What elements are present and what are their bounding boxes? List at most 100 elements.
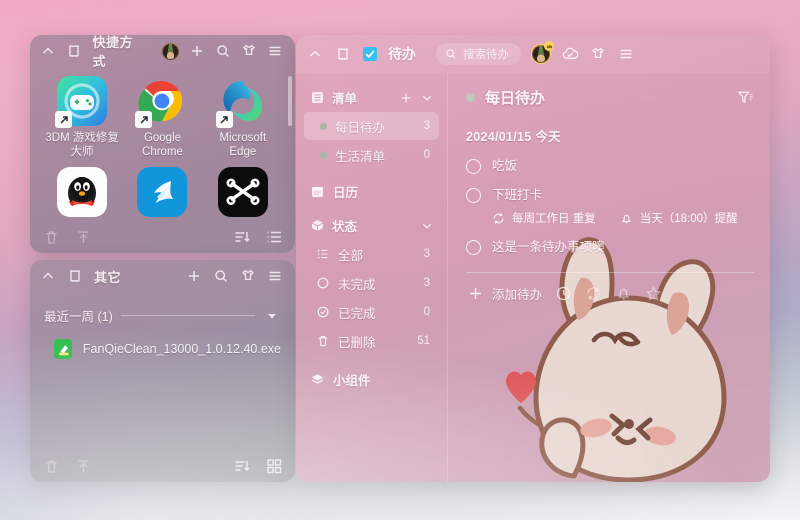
- list-view-icon[interactable]: [265, 228, 283, 246]
- task-checkbox[interactable]: [466, 188, 481, 203]
- search-input[interactable]: 搜索待办: [436, 43, 521, 65]
- list-item[interactable]: FanQieClean_13000_1.0.12.40.exe: [30, 325, 295, 359]
- todo-main: 每日待办 2024/01/15 今天 吃饭 下班打卡 每周工作日 重复 当天（1…: [448, 73, 770, 482]
- sidebar-item-count: 51: [417, 335, 430, 347]
- file-group-label: 最近一周 (1): [44, 310, 113, 324]
- sidebar-item-count: 3: [423, 277, 430, 289]
- app-item[interactable]: [203, 167, 283, 223]
- upload-icon[interactable]: [74, 457, 92, 475]
- app-label: Google Chrome: [142, 132, 183, 158]
- add-todo-row[interactable]: 添加待办: [466, 284, 754, 303]
- clock-icon[interactable]: [554, 285, 572, 303]
- avatar[interactable]: [531, 41, 554, 64]
- trash-icon[interactable]: [42, 228, 60, 246]
- chevron-up-icon[interactable]: [306, 45, 324, 63]
- scrollbar[interactable]: [288, 76, 292, 126]
- edge-icon: [215, 76, 268, 128]
- chrome-icon: [135, 76, 187, 128]
- task-checkbox[interactable]: [466, 240, 481, 255]
- task-checkbox[interactable]: [466, 159, 481, 174]
- plus-icon[interactable]: [399, 91, 413, 105]
- chevron-down-icon[interactable]: [263, 307, 281, 325]
- task-text: 下班打卡: [492, 188, 543, 202]
- trash-icon[interactable]: [42, 457, 60, 475]
- sidebar-item-life-list[interactable]: 生活清单 0: [304, 141, 439, 169]
- grid-view-icon[interactable]: [265, 457, 283, 475]
- status-section-label: 状态: [332, 220, 358, 234]
- shirt-icon[interactable]: [241, 42, 258, 60]
- shirt-icon[interactable]: [589, 45, 607, 63]
- sidebar-item-all[interactable]: 全部 3: [304, 240, 439, 268]
- search-icon: [445, 48, 457, 60]
- shortcut-overlay-icon: [215, 111, 233, 128]
- sort-icon[interactable]: [233, 457, 251, 475]
- pin-icon[interactable]: [65, 42, 82, 60]
- task-reminder-text: 当天（18:00）提醒: [639, 213, 738, 225]
- trash-icon: [316, 334, 330, 348]
- hamburger-icon[interactable]: [266, 267, 284, 285]
- chevron-down-icon[interactable]: [420, 219, 434, 233]
- app-item[interactable]: Microsoft Edge: [203, 76, 283, 165]
- sidebar-item-widgets[interactable]: 小组件: [304, 365, 439, 393]
- cube-icon: [310, 218, 325, 233]
- chevron-up-icon[interactable]: [39, 267, 57, 285]
- filter-icon[interactable]: [736, 89, 754, 107]
- chevron-down-icon[interactable]: [420, 91, 434, 105]
- app-item[interactable]: 3DM 游戏修复大师: [42, 76, 122, 165]
- repeat-icon[interactable]: [584, 285, 602, 303]
- crown-badge-icon: [544, 41, 554, 51]
- sidebar-item-uncompleted[interactable]: 未完成 3: [304, 269, 439, 297]
- task-repeat-text: 每周工作日 重复: [512, 213, 596, 225]
- plus-icon[interactable]: [185, 267, 203, 285]
- task-item[interactable]: 这是一条待办事项噢: [466, 239, 754, 255]
- shortcuts-app-grid: 3DM 游戏修复大师 Google Chrome Microsoft Edge: [30, 67, 295, 223]
- list-title: 每日待办: [485, 90, 546, 107]
- shortcuts-footer: [30, 221, 295, 253]
- hamburger-icon[interactable]: [617, 45, 635, 63]
- sidebar-item-deleted[interactable]: 已删除 51: [304, 327, 439, 355]
- dingtalk-icon: [137, 167, 188, 217]
- bell-icon: [620, 212, 633, 225]
- app-item[interactable]: [122, 167, 202, 223]
- star-icon[interactable]: [644, 285, 662, 303]
- status-section-header: 状态: [304, 211, 439, 240]
- app-item[interactable]: Google Chrome: [122, 76, 202, 165]
- upload-icon[interactable]: [74, 228, 92, 246]
- lists-section-label: 清单: [332, 92, 358, 106]
- app-label: 3DM 游戏修复大师: [45, 132, 119, 158]
- sidebar-item-label: 每日待办: [335, 120, 386, 135]
- list-color-dot: [320, 151, 327, 159]
- pin-icon[interactable]: [334, 45, 352, 63]
- plus-icon[interactable]: [188, 42, 205, 60]
- sidebar-item-label: 日历: [333, 185, 359, 200]
- sort-icon[interactable]: [233, 228, 251, 246]
- hamburger-icon[interactable]: [267, 42, 284, 60]
- chevron-up-icon[interactable]: [39, 42, 56, 60]
- sidebar-item-label: 生活清单: [335, 149, 386, 164]
- app-item[interactable]: [42, 167, 122, 223]
- plus-icon[interactable]: [466, 285, 484, 303]
- task-item[interactable]: 吃饭: [466, 158, 754, 174]
- search-icon[interactable]: [212, 267, 230, 285]
- avatar[interactable]: [162, 42, 180, 60]
- all-list-icon: [316, 247, 330, 261]
- cloud-check-icon[interactable]: [561, 45, 579, 63]
- pin-icon[interactable]: [66, 267, 84, 285]
- search-icon[interactable]: [214, 42, 231, 60]
- list-icon: [310, 90, 325, 105]
- shortcut-overlay-icon: [135, 111, 153, 128]
- lists-section-header: 清单: [304, 83, 439, 112]
- bell-icon[interactable]: [614, 285, 632, 303]
- sidebar-item-label: 全部: [338, 248, 364, 263]
- sidebar-item-label: 未完成: [338, 277, 376, 292]
- date-header: 2024/01/15 今天: [466, 130, 561, 144]
- todo-body: 清单 每日待办 3 生活清单 0 日历 状态 全部 3 未完成 3 已完成 0 …: [296, 73, 770, 482]
- desktop-background: 快捷方式 3DM 游戏修复大师 Google Chrome Microsoft …: [0, 0, 800, 520]
- file-group-header[interactable]: 最近一周 (1): [30, 292, 295, 325]
- circle-icon: [316, 276, 330, 290]
- sidebar-item-calendar[interactable]: 日历: [304, 177, 439, 205]
- shirt-icon[interactable]: [239, 267, 257, 285]
- task-item[interactable]: 下班打卡: [466, 187, 754, 203]
- sidebar-item-daily-todo[interactable]: 每日待办 3: [304, 112, 439, 140]
- sidebar-item-completed[interactable]: 已完成 0: [304, 298, 439, 326]
